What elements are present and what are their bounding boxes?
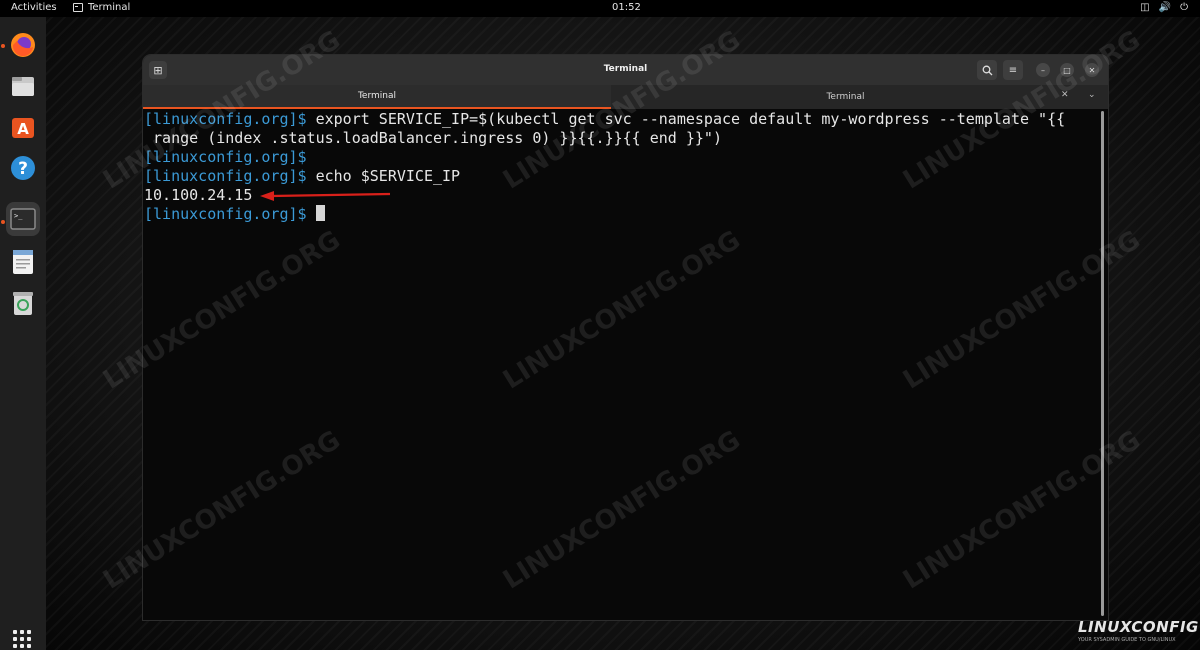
shell-prompt: [linuxconfig.org]$ — [144, 110, 307, 128]
minimize-icon: – — [1041, 65, 1045, 75]
terminal-line: [linuxconfig.org]$ — [144, 148, 1108, 167]
command-text: echo $SERVICE_IP — [306, 167, 461, 185]
files-icon — [12, 77, 34, 96]
svg-text:A: A — [17, 120, 29, 138]
dock-text-editor[interactable] — [6, 245, 40, 279]
shell-prompt: [linuxconfig.org]$ — [144, 167, 307, 185]
chevron-down-icon[interactable]: ⌄ — [1088, 90, 1096, 100]
software-icon: A — [12, 118, 34, 138]
terminal-line: [linuxconfig.org]$ echo $SERVICE_IP — [144, 167, 1108, 186]
terminal-line: [linuxconfig.org]$ — [144, 205, 1108, 224]
svg-text:?: ? — [18, 159, 28, 179]
tab-label: Terminal — [826, 92, 865, 102]
command-text — [307, 205, 316, 223]
dock: A ? >_ — [0, 17, 46, 650]
system-tray[interactable]: ◫ 🔊 ⏻ — [1140, 2, 1188, 13]
text-editor-icon — [13, 250, 33, 274]
maximize-button[interactable]: □ — [1060, 63, 1074, 77]
command-text: export SERVICE_IP=$(kubectl get svc --na… — [306, 110, 1066, 128]
dock-software[interactable]: A — [6, 110, 40, 144]
close-button[interactable]: ✕ — [1085, 63, 1099, 77]
network-icon: ◫ — [1140, 2, 1150, 13]
close-icon: ✕ — [1088, 65, 1096, 75]
show-apps-button[interactable] — [13, 630, 31, 648]
svg-text:>_: >_ — [14, 212, 23, 220]
logo-text: LINUXCONFIG — [1078, 618, 1199, 636]
minimize-button[interactable]: – — [1036, 63, 1050, 77]
linuxconfig-logo: LINUXCONFIG YOUR SYSADMIN GUIDE TO GNU/L… — [1078, 618, 1199, 646]
trash-icon — [13, 292, 33, 315]
title-bar[interactable]: ⊞ Terminal ≡ – □ ✕ — [143, 55, 1108, 85]
dock-help[interactable]: ? — [6, 151, 40, 185]
logo-tagline: YOUR SYSADMIN GUIDE TO GNU/LINUX — [1078, 637, 1176, 643]
tab-terminal-1[interactable]: Terminal — [143, 85, 611, 109]
terminal-line: [linuxconfig.org]$ export SERVICE_IP=$(k… — [144, 110, 1108, 129]
running-indicator — [1, 44, 5, 48]
terminal-icon — [73, 3, 83, 12]
terminal-icon: >_ — [10, 208, 36, 230]
terminal-line: range (index .status.loadBalancer.ingres… — [144, 129, 1108, 148]
tab-label: Terminal — [357, 91, 397, 101]
activities-button[interactable]: Activities — [11, 2, 57, 13]
dock-firefox[interactable] — [6, 28, 40, 62]
app-menu[interactable]: Terminal — [73, 2, 130, 13]
terminal-output[interactable]: [linuxconfig.org]$ export SERVICE_IP=$(k… — [143, 109, 1108, 620]
firefox-icon — [11, 33, 35, 57]
running-indicator — [1, 220, 5, 224]
dock-terminal[interactable]: >_ — [6, 202, 40, 236]
hamburger-icon: ≡ — [1008, 64, 1018, 76]
window-title: Terminal — [603, 64, 648, 74]
command-output: 10.100.24.15 — [144, 186, 253, 204]
maximize-icon: □ — [1063, 65, 1071, 75]
command-text: range (index .status.loadBalancer.ingres… — [144, 129, 722, 147]
search-icon — [982, 65, 992, 75]
app-menu-label: Terminal — [88, 2, 131, 13]
annotation-arrow — [260, 191, 391, 201]
tab-bar: Terminal Terminal ✕ ⌄ — [143, 85, 1108, 109]
help-icon: ? — [11, 156, 35, 180]
search-button[interactable] — [977, 60, 997, 80]
scrollbar[interactable] — [1101, 111, 1104, 616]
shell-prompt: [linuxconfig.org]$ — [144, 148, 307, 166]
clock[interactable]: 01:52 — [612, 2, 641, 13]
text-cursor — [315, 205, 325, 221]
top-bar: Activities Terminal 01:52 ◫ 🔊 ⏻ — [0, 0, 1200, 17]
power-icon: ⏻ — [1180, 2, 1188, 13]
volume-icon: 🔊 — [1158, 2, 1172, 13]
dock-trash[interactable] — [6, 286, 40, 320]
shell-prompt: [linuxconfig.org]$ — [144, 205, 307, 223]
dock-files[interactable] — [6, 69, 40, 103]
terminal-window: ⊞ Terminal ≡ – □ ✕ Terminal Terminal ✕ ⌄… — [143, 55, 1108, 620]
menu-button[interactable]: ≡ — [1003, 60, 1023, 80]
tab-terminal-2[interactable]: Terminal — [613, 85, 1078, 109]
close-icon[interactable]: ✕ — [1061, 90, 1069, 100]
